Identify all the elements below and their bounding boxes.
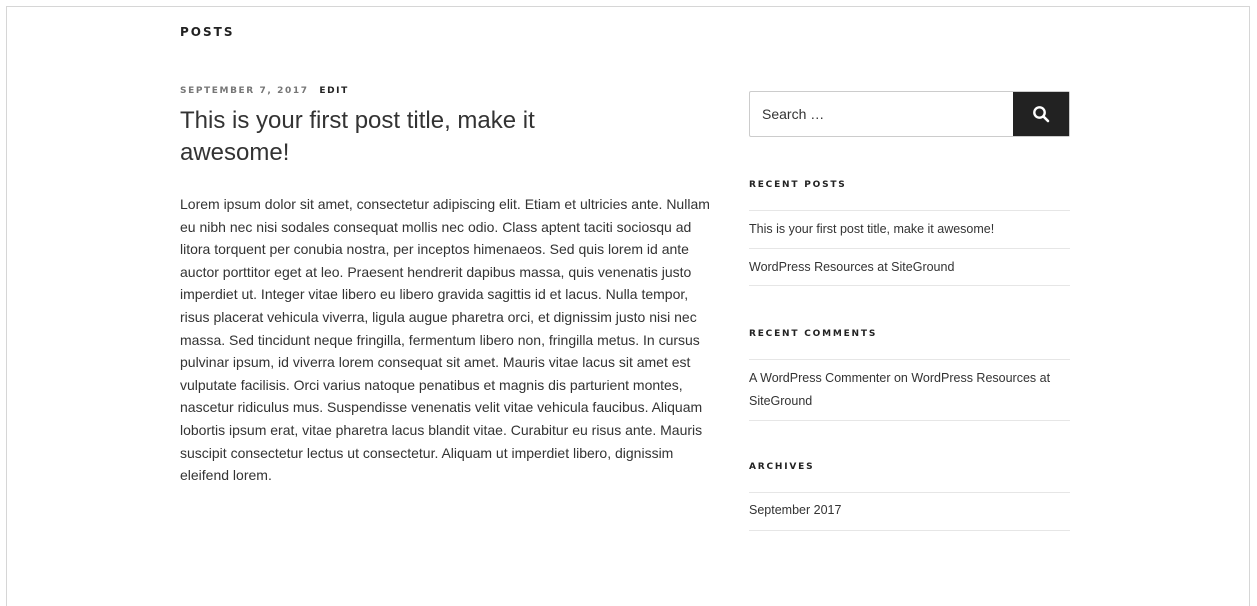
- recent-comments-widget: RECENT COMMENTS A WordPress Commenter on…: [749, 328, 1070, 421]
- page-title: POSTS: [180, 25, 235, 39]
- edit-post-link[interactable]: EDIT: [319, 86, 349, 96]
- list-item: WordPress Resources at SiteGround: [749, 249, 1070, 286]
- archives-title: ARCHIVES: [749, 462, 815, 472]
- recent-comments-list: A WordPress Commenter on WordPress Resou…: [749, 359, 1070, 421]
- archive-link[interactable]: September 2017: [749, 503, 841, 517]
- search-icon: [1033, 106, 1050, 123]
- search-button[interactable]: [1013, 92, 1069, 136]
- recent-posts-list: This is your first post title, make it a…: [749, 210, 1070, 286]
- recent-posts-title: RECENT POSTS: [749, 180, 847, 190]
- list-item: A WordPress Commenter on WordPress Resou…: [749, 360, 1070, 421]
- recent-post-link[interactable]: This is your first post title, make it a…: [749, 222, 994, 236]
- page-frame: POSTS SEPTEMBER 7, 2017 EDIT This is you…: [6, 6, 1250, 606]
- recent-posts-widget: RECENT POSTS This is your first post tit…: [749, 179, 1070, 286]
- recent-post-link[interactable]: WordPress Resources at SiteGround: [749, 260, 954, 274]
- recent-comments-title: RECENT COMMENTS: [749, 329, 878, 339]
- archives-widget: ARCHIVES September 2017: [749, 461, 1070, 531]
- post-date-link[interactable]: SEPTEMBER 7, 2017: [180, 86, 309, 96]
- post: SEPTEMBER 7, 2017 EDIT This is your firs…: [180, 85, 710, 487]
- search-form: [749, 91, 1070, 137]
- list-item: September 2017: [749, 493, 1070, 531]
- post-title[interactable]: This is your first post title, make it a…: [180, 105, 600, 169]
- search-input[interactable]: [750, 92, 1013, 136]
- list-item: This is your first post title, make it a…: [749, 211, 1070, 249]
- comment-author-link[interactable]: A WordPress Commenter: [749, 371, 890, 385]
- comment-connector: on: [893, 371, 908, 385]
- post-meta: SEPTEMBER 7, 2017 EDIT: [180, 85, 710, 97]
- sidebar: RECENT POSTS This is your first post tit…: [749, 91, 1070, 531]
- archives-list: September 2017: [749, 492, 1070, 531]
- post-content: Lorem ipsum dolor sit amet, consectetur …: [180, 196, 710, 484]
